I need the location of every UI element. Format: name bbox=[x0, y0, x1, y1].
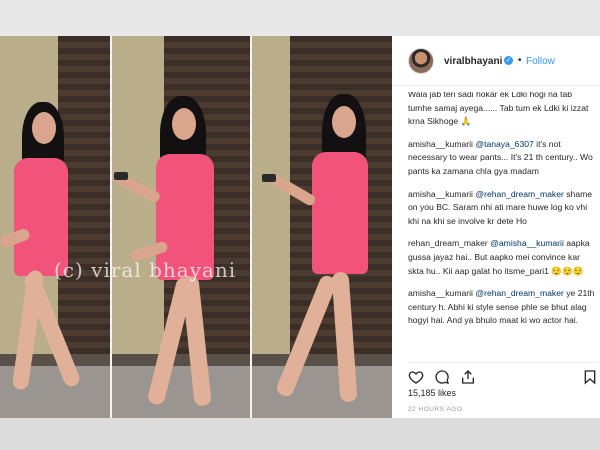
share-icon[interactable] bbox=[460, 369, 476, 385]
phone bbox=[114, 172, 128, 180]
comment-mention[interactable]: @rehan_dream_maker bbox=[475, 288, 564, 298]
comment-icon[interactable] bbox=[434, 369, 450, 385]
comment-author[interactable]: amisha__kumarii bbox=[408, 288, 473, 298]
avatar[interactable] bbox=[408, 48, 434, 74]
comment-author[interactable]: amisha__kumarii bbox=[408, 139, 473, 149]
person-figure bbox=[112, 96, 252, 418]
bottom-band bbox=[0, 418, 600, 450]
likes-count[interactable]: 15,185 likes bbox=[408, 388, 456, 398]
photo-watermark: (c) viral bhayani bbox=[54, 258, 237, 282]
comment: amisha__kumarii @rehan_dream_maker ye 21… bbox=[408, 287, 598, 328]
comment-text: Wala jab teri sadi hokar ek Ldki hogi na… bbox=[408, 92, 589, 127]
comment-author[interactable]: rehan_dream_maker bbox=[408, 238, 488, 248]
separator-dot: • bbox=[518, 55, 522, 66]
heart-icon[interactable] bbox=[408, 369, 424, 385]
post-username[interactable]: viralbhayani bbox=[444, 56, 502, 67]
comments-list[interactable]: Wala jab teri sadi hokar ek Ldki hogi na… bbox=[408, 92, 598, 354]
comment: amisha__kumarii @tanaya_6307 it's not ne… bbox=[408, 138, 598, 179]
instagram-post-card: viralbhayani ✓ • Follow Wala jab teri sa… bbox=[392, 36, 600, 418]
photo-panel-2 bbox=[112, 36, 252, 418]
comment-mention[interactable]: @tanaya_6307 bbox=[475, 139, 533, 149]
photo-panel-3 bbox=[252, 36, 392, 418]
post-header: viralbhayani ✓ • Follow bbox=[392, 36, 600, 86]
verified-badge-icon: ✓ bbox=[504, 56, 513, 65]
comment: Wala jab teri sadi hokar ek Ldki hogi na… bbox=[408, 92, 598, 129]
follow-button[interactable]: Follow bbox=[526, 56, 555, 67]
comment: rehan_dream_maker @amisha__kumarii aapka… bbox=[408, 237, 598, 278]
person-figure bbox=[252, 94, 392, 418]
comment-mention[interactable]: @amisha__kumarii bbox=[490, 238, 564, 248]
bookmark-icon[interactable] bbox=[582, 369, 598, 385]
post-timestamp: 22 HOURS AGO bbox=[408, 406, 463, 413]
action-bar bbox=[408, 362, 598, 385]
comment: amisha__kumarii @rehan_dream_maker shame… bbox=[408, 188, 598, 229]
phone bbox=[262, 174, 276, 182]
comment-author[interactable]: amisha__kumarii bbox=[408, 189, 473, 199]
top-band bbox=[0, 0, 600, 36]
comment-mention[interactable]: @rehan_dream_maker bbox=[475, 189, 564, 199]
post-photo: (c) viral bhayani bbox=[0, 36, 392, 418]
photo-panel-1 bbox=[0, 36, 112, 418]
